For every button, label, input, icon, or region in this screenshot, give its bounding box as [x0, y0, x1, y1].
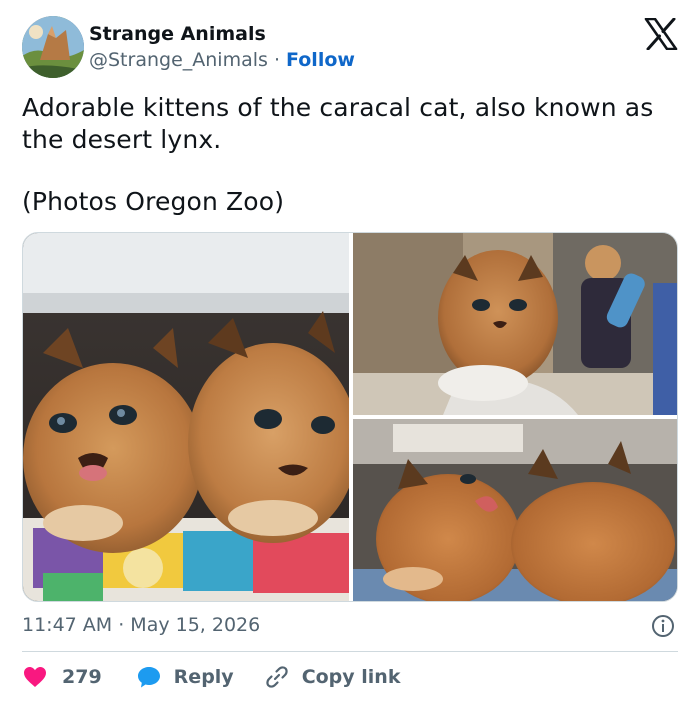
tweet-card: Strange Animals @Strange_Animals · Follo… — [0, 0, 700, 704]
author-handle-row: @Strange_Animals · Follow — [89, 48, 355, 72]
media-grid — [22, 232, 678, 602]
tweet-text-credit: (Photos Oregon Zoo) — [22, 187, 285, 216]
avatar[interactable] — [22, 16, 84, 78]
handle-separator: · — [273, 49, 280, 71]
photo-kittens-playing[interactable] — [353, 419, 677, 601]
copy-link-button[interactable]: Copy link — [264, 664, 401, 690]
copy-link-label: Copy link — [301, 666, 401, 688]
action-bar: 279 Reply Copy link — [22, 662, 400, 692]
author-name[interactable]: Strange Animals — [89, 22, 266, 46]
speech-bubble-icon — [136, 664, 162, 690]
photo-two-kittens[interactable] — [23, 233, 349, 601]
photo-kitten-in-hand[interactable] — [353, 233, 677, 415]
link-icon — [264, 664, 290, 690]
info-icon[interactable] — [651, 614, 675, 638]
like-count: 279 — [62, 666, 102, 688]
reply-label: Reply — [173, 666, 234, 688]
tweet-timestamp[interactable]: 11:47 AM · May 15, 2026 — [22, 612, 260, 638]
follow-button[interactable]: Follow — [286, 49, 355, 71]
heart-icon — [22, 664, 48, 690]
reply-button[interactable]: Reply — [136, 664, 234, 690]
like-button[interactable]: 279 — [22, 664, 102, 690]
divider — [22, 651, 678, 652]
tweet-text: Adorable kittens of the caracal cat, als… — [22, 92, 682, 218]
x-logo-icon[interactable] — [644, 17, 678, 51]
tweet-text-main: Adorable kittens of the caracal cat, als… — [22, 93, 654, 154]
author-handle[interactable]: @Strange_Animals — [89, 49, 268, 71]
